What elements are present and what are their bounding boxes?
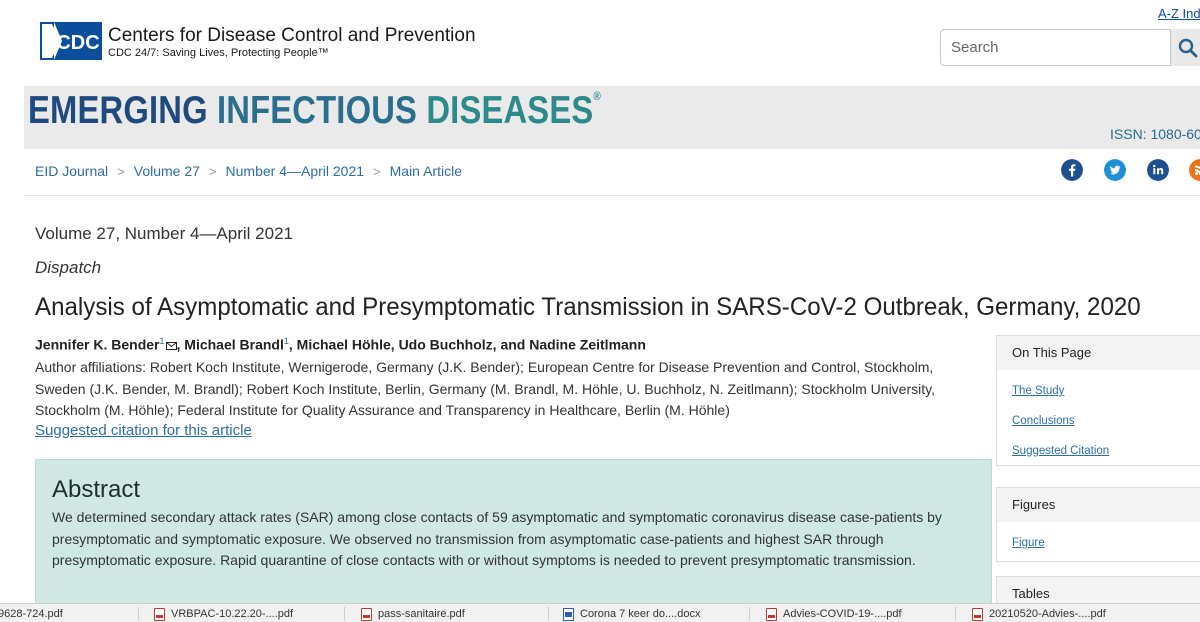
toc-link-the-study[interactable]: The Study — [997, 385, 1200, 397]
abstract-panel: Abstract We determined secondary attack … — [35, 459, 992, 622]
author-footnote[interactable]: 1 — [159, 336, 164, 346]
breadcrumb-issue[interactable]: Number 4—April 2021 — [226, 163, 365, 179]
cdc-logo[interactable]: CDC — [40, 22, 102, 60]
article-title: Analysis of Asymptomatic and Presymptoma… — [35, 293, 1141, 321]
figures-heading: Figures — [997, 488, 1200, 522]
figures-panel: Figures Figure — [996, 487, 1200, 562]
issn-text: ISSN: 1080-60 — [1110, 126, 1200, 142]
word-file-icon — [563, 607, 574, 621]
on-this-page-panel: On This Page The Study Conclusions Sugge… — [996, 335, 1200, 466]
download-filename: pass-sanitaire.pdf — [378, 608, 465, 620]
author-list: Jennifer K. Bender1 , Michael Brandl1, M… — [35, 336, 646, 353]
pdf-file-icon — [972, 607, 983, 621]
volume-issue: Volume 27, Number 4—April 2021 — [35, 224, 293, 243]
a-z-index-link[interactable]: A-Z Ind — [1158, 6, 1200, 21]
download-item[interactable]: 20210520-Advies-....pdf — [972, 606, 1106, 622]
download-filename: VRBPAC-10.22.20-....pdf — [171, 608, 294, 620]
search-icon — [1178, 38, 1198, 58]
breadcrumb-main-article[interactable]: Main Article — [390, 163, 462, 179]
suggested-citation-link[interactable]: Suggested citation for this article — [35, 422, 252, 439]
site-tagline: CDC 24/7: Saving Lives, Protecting Peopl… — [108, 47, 329, 59]
toc-link-conclusions[interactable]: Conclusions — [997, 415, 1200, 427]
twitter-icon[interactable] — [1104, 159, 1126, 181]
search-button[interactable] — [1170, 29, 1200, 66]
download-item[interactable]: Corona 7 keer do....docx — [563, 606, 700, 622]
site-header: CDC Centers for Disease Control and Prev… — [0, 0, 1200, 86]
download-item[interactable]: 9628-724.pdf — [0, 606, 63, 622]
author-names: , Michael Höhle, Udo Buchholz, and Nadin… — [288, 336, 646, 353]
breadcrumb: EID Journal > Volume 27 > Number 4—April… — [35, 160, 462, 182]
linkedin-icon[interactable] — [1147, 159, 1169, 181]
author-name[interactable]: Jennifer K. Bender — [35, 337, 159, 353]
article-type: Dispatch — [35, 258, 102, 277]
breadcrumb-separator: > — [117, 163, 125, 179]
cdc-logo-text: CDC — [56, 32, 99, 54]
download-separator — [548, 607, 549, 621]
pdf-file-icon — [154, 607, 165, 621]
search-input[interactable] — [941, 30, 1170, 65]
journal-banner: EMERGING INFECTIOUS DISEASES® ISSN: 1080… — [24, 86, 1200, 149]
header-divider — [24, 195, 1200, 196]
download-separator — [955, 607, 956, 621]
abstract-heading: Abstract — [52, 476, 141, 503]
email-icon[interactable] — [165, 341, 177, 350]
facebook-icon[interactable] — [1061, 159, 1083, 181]
on-this-page-heading: On This Page — [997, 336, 1200, 370]
download-filename: Corona 7 keer do....docx — [580, 608, 701, 620]
breadcrumb-eid-journal[interactable]: EID Journal — [35, 163, 108, 179]
pdf-file-icon — [361, 607, 372, 621]
breadcrumb-separator: > — [208, 163, 217, 179]
download-separator — [344, 607, 345, 621]
site-title[interactable]: Centers for Disease Control and Preventi… — [108, 25, 476, 47]
author-affiliations: Author affiliations: Robert Koch Institu… — [35, 359, 935, 419]
search-box — [940, 29, 1200, 66]
download-filename: 9628-724.pdf — [0, 608, 63, 620]
download-item[interactable]: VRBPAC-10.22.20-....pdf — [154, 606, 293, 622]
figure-link[interactable]: Figure — [997, 537, 1200, 549]
download-filename: 20210520-Advies-....pdf — [989, 608, 1106, 620]
download-separator — [749, 607, 750, 621]
journal-title[interactable]: EMERGING INFECTIOUS DISEASES® — [28, 89, 601, 133]
download-item[interactable]: Advies-COVID-19-....pdf — [766, 606, 902, 622]
abstract-text: We determined secondary attack rates (SA… — [52, 509, 942, 569]
pdf-file-icon — [766, 607, 777, 621]
download-separator — [138, 607, 139, 621]
author-name[interactable]: , Michael Brandl — [177, 337, 284, 353]
download-item[interactable]: pass-sanitaire.pdf — [361, 606, 465, 622]
downloads-bar: 9628-724.pdf VRBPAC-10.22.20-....pdf pas… — [0, 603, 1200, 622]
rss-icon[interactable] — [1189, 159, 1200, 181]
breadcrumb-separator: > — [373, 163, 381, 179]
toc-link-suggested-citation[interactable]: Suggested Citation — [997, 445, 1200, 457]
download-filename: Advies-COVID-19-....pdf — [783, 608, 902, 620]
breadcrumb-volume[interactable]: Volume 27 — [134, 163, 200, 179]
